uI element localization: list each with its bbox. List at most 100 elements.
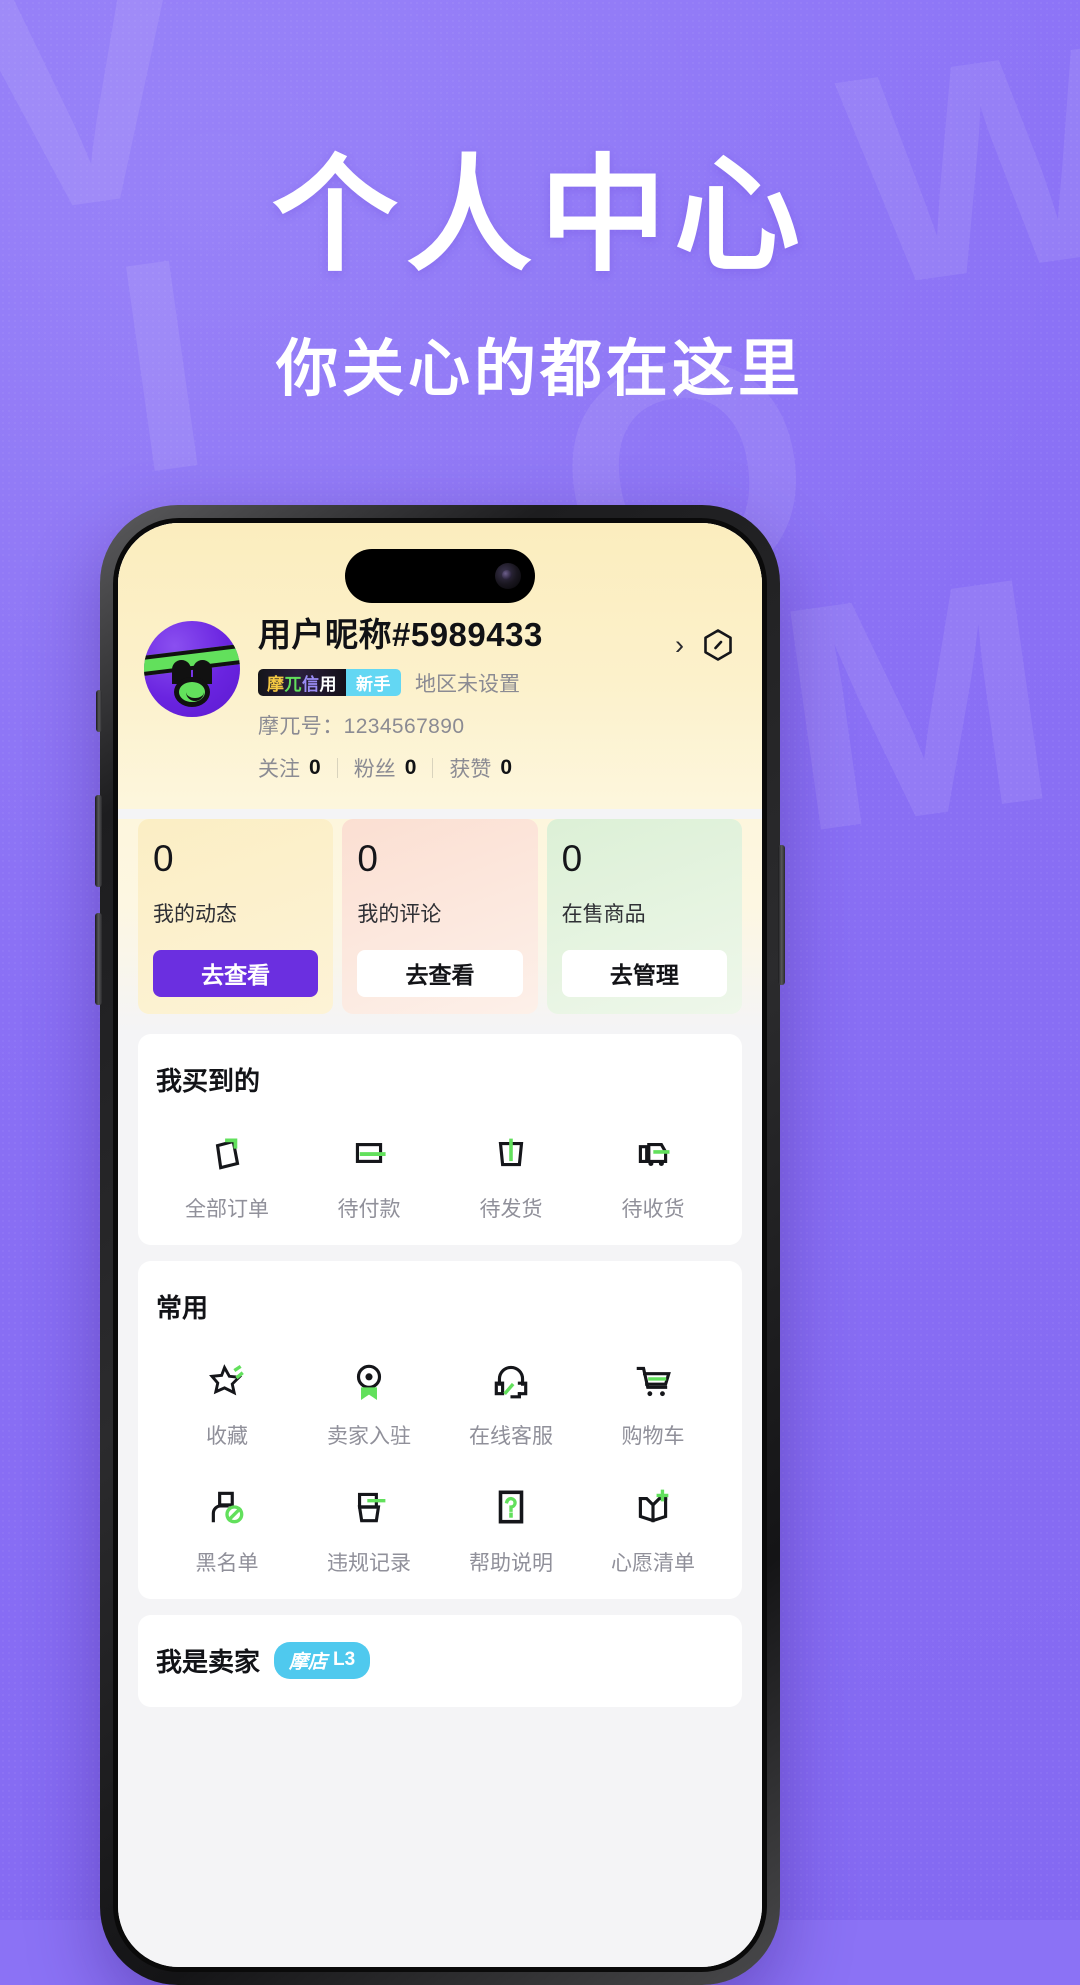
wishlist-book-icon — [630, 1484, 676, 1530]
level-badge[interactable]: 新手 — [346, 669, 401, 697]
credit-badge-char-3: 信 — [302, 675, 320, 695]
avatar-mouth — [174, 676, 210, 707]
region-text[interactable]: 地区未设置 — [415, 668, 520, 698]
avatar[interactable] — [144, 621, 240, 717]
stat-followers[interactable]: 粉丝 0 — [354, 753, 417, 783]
common-item-favorites[interactable]: 收藏 — [156, 1331, 298, 1450]
chevron-right-icon[interactable]: › — [675, 631, 684, 659]
seller-shop-level: L3 — [333, 1649, 356, 1671]
stats-row: 关注 0 粉丝 0 获赞 0 — [258, 753, 675, 783]
stat-following-label: 关注 — [258, 757, 300, 781]
shopping-cart-icon — [630, 1357, 676, 1403]
stat-card-count: 0 — [153, 837, 174, 879]
seller-panel: 我是卖家 摩店 L3 — [138, 1614, 742, 1707]
purchase-item-label: 待发货 — [479, 1197, 543, 1221]
credit-badge-char-1: 摩 — [267, 675, 285, 695]
front-camera-icon — [495, 563, 521, 589]
stat-card-listings[interactable]: 0 在售商品 去管理 — [546, 818, 742, 1014]
dynamic-island — [345, 549, 535, 603]
common-icon-grid: 收藏 卖家入驻 在线客服 购物车 黑名单 违规记录 帮助说明 心愿清单 — [156, 1331, 724, 1577]
common-item-blocklist[interactable]: 黑名单 — [156, 1458, 298, 1577]
account-id: 摩兀号：1234567890 — [258, 710, 675, 740]
stat-card-button-manage-listings[interactable]: 去管理 — [561, 949, 727, 997]
blocklist-user-icon — [204, 1484, 250, 1530]
phone-screen: 用户昵称#5989433 摩兀信用 新手 地区未设置 摩兀号：123456789… — [118, 523, 762, 1967]
all-orders-icon — [204, 1130, 250, 1176]
credit-badge-char-2: 兀 — [284, 675, 302, 695]
stat-card-count: 0 — [561, 837, 583, 879]
seller-title: 我是卖家 — [156, 1646, 261, 1677]
stat-divider-1 — [336, 757, 338, 778]
common-item-seller-onboarding[interactable]: 卖家入驻 — [298, 1331, 440, 1450]
credit-badge-char-4: 用 — [319, 675, 337, 695]
stat-card-moments[interactable]: 0 我的动态 去查看 — [138, 818, 334, 1014]
profile-info: 用户昵称#5989433 摩兀信用 新手 地区未设置 摩兀号：123456789… — [258, 615, 675, 783]
profile-row: 用户昵称#5989433 摩兀信用 新手 地区未设置 摩兀号：123456789… — [144, 615, 736, 783]
common-item-online-support[interactable]: 在线客服 — [440, 1331, 582, 1450]
stat-following[interactable]: 关注 0 — [258, 753, 321, 783]
common-item-label: 在线客服 — [469, 1424, 553, 1448]
purchase-item-all-orders[interactable]: 全部订单 — [156, 1104, 298, 1223]
common-item-violation-record[interactable]: 违规记录 — [298, 1458, 440, 1577]
stat-likes-value: 0 — [500, 755, 513, 779]
phone-power-button[interactable] — [778, 845, 785, 985]
seller-title-row: 我是卖家 摩店 L3 — [156, 1641, 724, 1679]
purchases-panel: 我买到的 全部订单 待付款 待发货 待收货 — [138, 1033, 742, 1245]
common-item-label: 卖家入驻 — [327, 1424, 411, 1448]
stat-likes-label: 获赞 — [449, 757, 492, 781]
phone-volume-down-button[interactable] — [95, 913, 102, 1005]
page-subtitle: 你关心的都在这里 — [275, 335, 804, 405]
phone-volume-up-button[interactable] — [95, 795, 102, 887]
violation-record-icon — [346, 1484, 392, 1530]
pending-shipment-icon — [488, 1130, 534, 1176]
common-item-wishlist[interactable]: 心愿清单 — [582, 1458, 724, 1577]
headset-support-icon — [488, 1357, 534, 1403]
stat-card-button-view-moments[interactable]: 去查看 — [153, 949, 319, 997]
account-id-value: 1234567890 — [343, 714, 465, 738]
common-title: 常用 — [156, 1292, 209, 1323]
common-item-label: 黑名单 — [195, 1551, 259, 1575]
stat-cards-row: 0 我的动态 去查看 0 我的评论 去查看 0 在售商品 去管理 — [118, 818, 762, 1034]
purchase-item-label: 全部订单 — [185, 1197, 269, 1221]
profile-actions: › — [675, 627, 736, 663]
phone-bezel: 用户昵称#5989433 摩兀信用 新手 地区未设置 摩兀号：123456789… — [113, 518, 767, 1972]
stat-following-value: 0 — [309, 755, 321, 779]
stat-followers-value: 0 — [404, 755, 417, 779]
pending-receipt-icon — [630, 1130, 676, 1176]
stat-card-label: 在售商品 — [561, 902, 646, 926]
stat-followers-label: 粉丝 — [353, 757, 396, 781]
common-item-label: 帮助说明 — [469, 1551, 553, 1575]
promo-header: 个人中心 你关心的都在这里 — [0, 145, 1080, 408]
common-item-label: 收藏 — [206, 1424, 248, 1448]
badge-row: 摩兀信用 新手 地区未设置 — [258, 668, 675, 698]
purchases-title: 我买到的 — [156, 1065, 261, 1096]
star-favorite-icon — [204, 1357, 250, 1403]
seller-shop-name: 摩店 — [289, 1651, 328, 1673]
stat-card-count: 0 — [357, 837, 378, 879]
common-item-shopping-cart[interactable]: 购物车 — [582, 1331, 724, 1450]
account-id-label: 摩兀号： — [258, 714, 344, 738]
common-panel: 常用 收藏 卖家入驻 在线客服 购物车 黑名单 违规记录 帮助说明 心愿清单 — [138, 1260, 742, 1599]
credit-badge[interactable]: 摩兀信用 — [258, 669, 346, 697]
stat-card-label: 我的动态 — [153, 902, 237, 926]
purchase-item-pending-shipment[interactable]: 待发货 — [440, 1104, 582, 1223]
common-item-label: 购物车 — [621, 1424, 685, 1448]
stat-card-button-view-comments[interactable]: 去查看 — [357, 949, 523, 997]
seller-shop-badge[interactable]: 摩店 L3 — [274, 1641, 371, 1679]
help-question-icon — [488, 1484, 534, 1530]
purchase-item-label: 待收货 — [621, 1197, 685, 1221]
purchase-item-pending-receipt[interactable]: 待收货 — [582, 1104, 724, 1223]
app-scroll-container[interactable]: 用户昵称#5989433 摩兀信用 新手 地区未设置 摩兀号：123456789… — [118, 523, 762, 1967]
purchase-item-label: 待付款 — [337, 1197, 401, 1221]
phone-mockup-frame: 用户昵称#5989433 摩兀信用 新手 地区未设置 摩兀号：123456789… — [95, 505, 785, 1985]
purchase-item-pending-payment[interactable]: 待付款 — [298, 1104, 440, 1223]
common-item-label: 违规记录 — [327, 1551, 411, 1575]
stat-likes[interactable]: 获赞 0 — [449, 753, 512, 783]
seller-badge-icon — [346, 1357, 392, 1403]
phone-silence-switch[interactable] — [96, 690, 102, 732]
common-item-label: 心愿清单 — [611, 1551, 695, 1575]
hexagon-slash-icon[interactable] — [700, 627, 736, 663]
common-item-help[interactable]: 帮助说明 — [440, 1458, 582, 1577]
page-title: 个人中心 — [272, 145, 808, 286]
stat-card-comments[interactable]: 0 我的评论 去查看 — [342, 818, 538, 1014]
